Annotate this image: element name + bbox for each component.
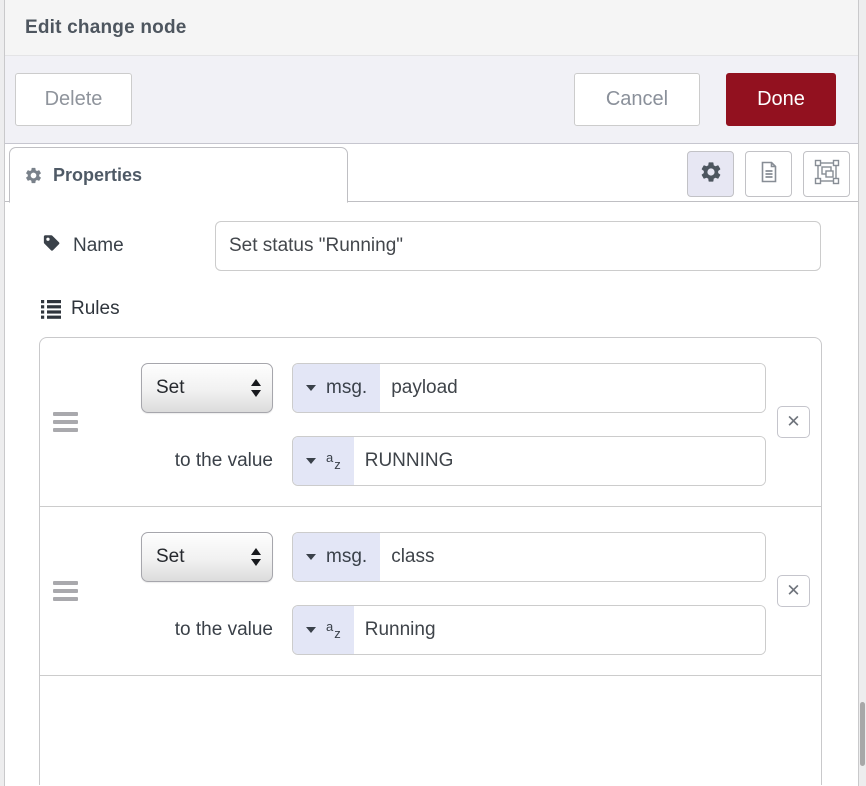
caret-down-icon	[306, 385, 316, 391]
caret-down-icon	[306, 627, 316, 633]
appearance-tab-button[interactable]	[803, 151, 850, 197]
to-value-label: to the value	[141, 619, 273, 641]
tab-properties-label: Properties	[53, 165, 142, 186]
property-input[interactable]	[380, 364, 765, 412]
scrollbar-thumb[interactable]	[860, 702, 865, 766]
caret-down-icon	[306, 554, 316, 560]
property-type-button[interactable]: msg.	[293, 533, 380, 581]
rule-item: Set msg. to the value az	[40, 507, 821, 676]
document-icon	[757, 160, 781, 189]
remove-rule-button[interactable]: ✕	[777, 575, 810, 607]
property-typed-input: msg.	[292, 532, 766, 582]
close-icon: ✕	[786, 412, 800, 432]
property-prefix: msg.	[326, 377, 367, 399]
name-input[interactable]	[215, 221, 821, 271]
editor-icon-buttons	[687, 151, 850, 197]
close-icon: ✕	[786, 581, 800, 601]
rule-property-row: Set msg.	[141, 363, 821, 413]
editor-tab-row: Properties	[5, 144, 858, 202]
string-type-icon: az	[326, 624, 341, 637]
rule-value-row: to the value az	[141, 605, 821, 655]
gear-icon	[699, 160, 723, 189]
rules-list: Set msg. to the value az	[39, 337, 822, 785]
value-typed-input: az	[292, 605, 766, 655]
tab-properties[interactable]: Properties	[9, 147, 348, 203]
cancel-button[interactable]: Cancel	[574, 73, 700, 126]
drag-handle[interactable]	[53, 408, 78, 436]
value-type-button[interactable]: az	[293, 437, 354, 485]
rule-action-select[interactable]: Set	[141, 363, 273, 413]
properties-tab-button[interactable]	[687, 151, 734, 197]
dialog-header: Edit change node	[5, 0, 858, 56]
name-label-text: Name	[73, 235, 124, 257]
dialog-title: Edit change node	[25, 17, 187, 39]
rule-action-value: Set	[156, 377, 185, 399]
properties-panel: Name Rules	[5, 202, 858, 320]
rule-item: Set msg. to the value az	[40, 338, 821, 507]
name-field-row: Name	[41, 221, 821, 271]
value-input[interactable]	[354, 437, 765, 485]
value-input[interactable]	[354, 606, 765, 654]
property-type-button[interactable]: msg.	[293, 364, 380, 412]
rule-property-row: Set msg.	[141, 532, 821, 582]
dialog-toolbar: Delete Cancel Done	[5, 56, 858, 144]
tag-icon	[41, 233, 62, 260]
select-arrows-icon	[251, 548, 261, 566]
rule-value-row: to the value az	[141, 436, 821, 486]
value-type-button[interactable]: az	[293, 606, 354, 654]
delete-button[interactable]: Delete	[15, 73, 132, 126]
property-input[interactable]	[380, 533, 765, 581]
rule-action-value: Set	[156, 546, 185, 568]
name-label: Name	[41, 233, 215, 260]
description-tab-button[interactable]	[745, 151, 792, 197]
edit-node-dialog: Edit change node Delete Cancel Done Prop…	[4, 0, 859, 786]
to-value-label: to the value	[141, 450, 273, 472]
gear-icon	[24, 166, 43, 185]
rules-label-text: Rules	[71, 298, 120, 320]
done-button[interactable]: Done	[726, 73, 836, 126]
remove-rule-button[interactable]: ✕	[777, 406, 810, 438]
string-type-icon: az	[326, 455, 341, 468]
appearance-icon	[814, 159, 840, 190]
value-typed-input: az	[292, 436, 766, 486]
property-typed-input: msg.	[292, 363, 766, 413]
select-arrows-icon	[251, 379, 261, 397]
rule-action-select[interactable]: Set	[141, 532, 273, 582]
rules-section-label: Rules	[41, 298, 821, 320]
caret-down-icon	[306, 458, 316, 464]
list-icon	[41, 300, 61, 319]
drag-handle[interactable]	[53, 577, 78, 605]
property-prefix: msg.	[326, 546, 367, 568]
